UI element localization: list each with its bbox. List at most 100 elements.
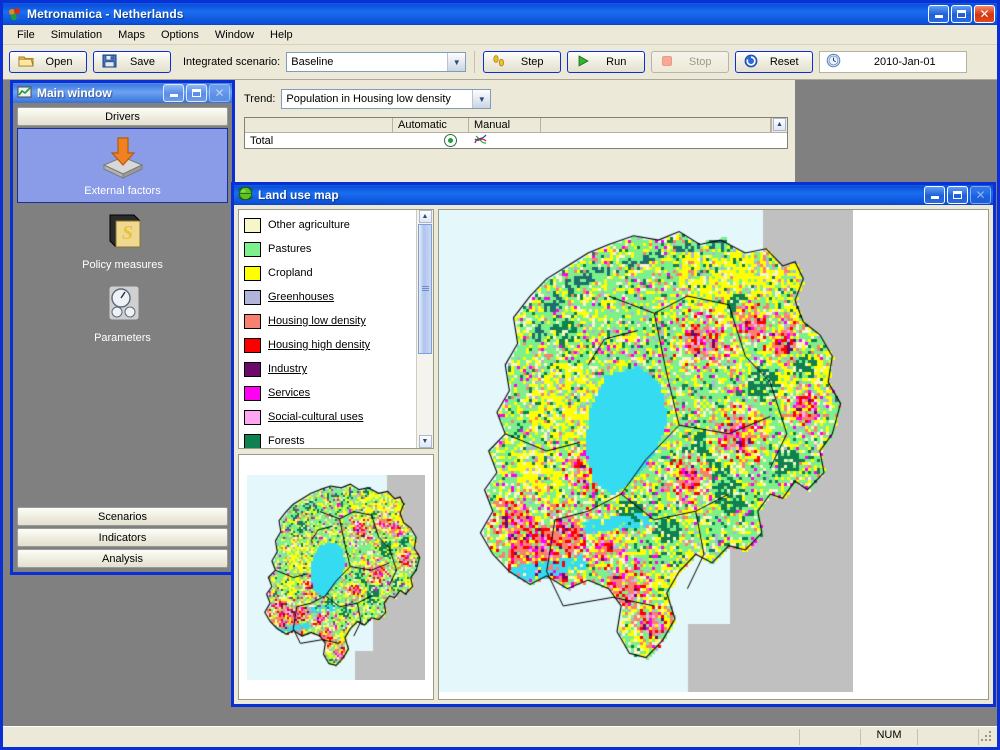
policy-book-icon: S	[96, 209, 150, 255]
minimize-button[interactable]	[928, 5, 949, 23]
legend-item[interactable]: Pastures	[244, 237, 416, 261]
reset-button[interactable]: Reset	[735, 51, 814, 73]
legend-color-swatch	[244, 217, 261, 233]
clock-icon	[826, 53, 841, 71]
play-triangle-icon	[576, 54, 590, 71]
legend-item-label: Cropland	[268, 267, 313, 279]
run-button[interactable]: Run	[567, 51, 646, 73]
legend-item[interactable]: Cropland	[244, 261, 416, 285]
indicators-button[interactable]: Indicators	[17, 528, 228, 547]
step-button[interactable]: Step	[483, 51, 562, 73]
scroll-up-icon[interactable]: ▲	[418, 210, 432, 223]
trend-grid-scrollbar[interactable]: ▲	[771, 118, 787, 132]
main-window-title-bar: Main window ✕	[13, 83, 232, 103]
legend-item[interactable]: Social-cultural uses	[244, 405, 416, 429]
open-button-label: Open	[45, 56, 73, 68]
chevron-down-icon[interactable]: ▼	[447, 53, 466, 71]
legend-item[interactable]: Services	[244, 381, 416, 405]
analysis-button[interactable]: Analysis	[17, 549, 228, 568]
save-button[interactable]: Save	[93, 51, 171, 73]
legend-item[interactable]: Housing high density	[244, 333, 416, 357]
trend-col-manual: Manual	[469, 118, 541, 132]
drivers-group-header[interactable]: Drivers	[17, 107, 228, 126]
driver-item-external-factors[interactable]: External factors	[17, 128, 228, 203]
maximize-button[interactable]	[951, 5, 972, 23]
app-title-text: Metronamica - Netherlands	[27, 7, 184, 21]
reset-circle-icon	[744, 54, 758, 71]
legend-item-label: Social-cultural uses	[268, 411, 364, 423]
simulation-date-value: 2010-Jan-01	[873, 56, 936, 68]
close-button[interactable]: ✕	[970, 186, 991, 204]
map-window-title-text: Land use map	[258, 188, 339, 202]
legend-item[interactable]: Greenhouses	[244, 285, 416, 309]
menu-item-file[interactable]: File	[9, 27, 43, 43]
trend-select[interactable]: Population in Housing low density ▼	[281, 89, 492, 109]
menu-item-simulation[interactable]: Simulation	[43, 27, 110, 43]
trend-grid-header: Automatic Manual ▲	[245, 118, 787, 133]
resize-grip-icon[interactable]	[979, 729, 995, 745]
globe-icon	[236, 186, 255, 204]
trend-row-automatic[interactable]	[393, 134, 469, 147]
driver-label: External factors	[84, 185, 161, 197]
main-window-buttons: ✕	[163, 84, 230, 102]
legend-color-swatch	[244, 241, 261, 257]
driver-item-policy-measures[interactable]: S Policy measures	[17, 203, 228, 276]
legend-scrollbar[interactable]: ▲ ▼	[416, 210, 433, 448]
scenarios-button[interactable]: Scenarios	[17, 507, 228, 526]
open-button[interactable]: Open	[9, 51, 87, 73]
menu-item-help[interactable]: Help	[262, 27, 301, 43]
trend-col-name	[245, 118, 393, 132]
legend-item-label: Housing high density	[268, 339, 371, 351]
legend-item[interactable]: Forests	[244, 429, 416, 448]
menu-item-maps[interactable]: Maps	[110, 27, 153, 43]
minimize-button[interactable]	[163, 84, 184, 102]
step-button-label: Step	[520, 56, 544, 68]
mdi-client-area: WWWW Trend: Population in Housing low de…	[3, 80, 997, 726]
import-box-icon	[96, 135, 150, 181]
stop-square-icon	[660, 54, 674, 71]
close-button[interactable]: ✕	[974, 5, 995, 23]
trend-row-manual[interactable]	[469, 133, 541, 148]
scenario-label: Integrated scenario:	[183, 56, 281, 68]
scenario-select[interactable]: Baseline ▼	[286, 52, 467, 72]
chevron-down-icon[interactable]: ▼	[472, 90, 491, 108]
legend-color-swatch	[244, 337, 261, 353]
table-row[interactable]: Total	[245, 133, 787, 148]
menu-item-options[interactable]: Options	[153, 27, 207, 43]
maximize-button[interactable]	[947, 186, 968, 204]
gauge-icon	[96, 282, 150, 328]
legend-item-label: Services	[268, 387, 311, 399]
menu-bar: File Simulation Maps Options Window Help	[3, 25, 997, 45]
toolbar-separator	[474, 51, 476, 73]
menu-item-window[interactable]: Window	[207, 27, 262, 43]
legend-item[interactable]: Other agriculture	[244, 213, 416, 237]
legend-item[interactable]: Industry	[244, 357, 416, 381]
status-bar: NUM	[3, 726, 997, 747]
maximize-button[interactable]	[186, 84, 207, 102]
status-cell-3	[918, 729, 979, 745]
radio-selected-icon[interactable]	[444, 134, 457, 147]
map-view-panel[interactable]	[438, 209, 989, 700]
map-overview-thumbnail[interactable]	[247, 474, 425, 680]
legend-scroll-thumb[interactable]	[418, 224, 432, 354]
map-window-body: Other agriculture Pastures Cropland Greenho…	[234, 205, 993, 704]
chart-icon[interactable]	[474, 133, 488, 148]
land-use-map-canvas[interactable]	[439, 210, 853, 692]
reset-button-label: Reset	[769, 56, 799, 68]
trend-col-automatic: Automatic	[393, 118, 469, 132]
scroll-up-icon[interactable]: ▲	[773, 118, 786, 131]
scroll-down-icon[interactable]: ▼	[418, 435, 432, 448]
stop-button[interactable]: Stop	[651, 51, 730, 73]
drivers-list: External factors S Policy measures Param…	[17, 128, 228, 507]
legend-item-label: Housing low density	[268, 315, 366, 327]
minimize-button[interactable]	[924, 186, 945, 204]
toolbar: Open Save Integrated scenario: Baseline …	[3, 45, 997, 80]
close-button[interactable]: ✕	[209, 84, 230, 102]
driver-item-parameters[interactable]: Parameters	[17, 276, 228, 349]
save-button-label: Save	[129, 56, 156, 68]
map-overview-panel[interactable]	[238, 454, 434, 700]
legend-item[interactable]: Housing low density	[244, 309, 416, 333]
status-message	[5, 729, 800, 745]
legend-color-swatch	[244, 433, 261, 448]
legend-item-label: Forests	[268, 435, 305, 447]
